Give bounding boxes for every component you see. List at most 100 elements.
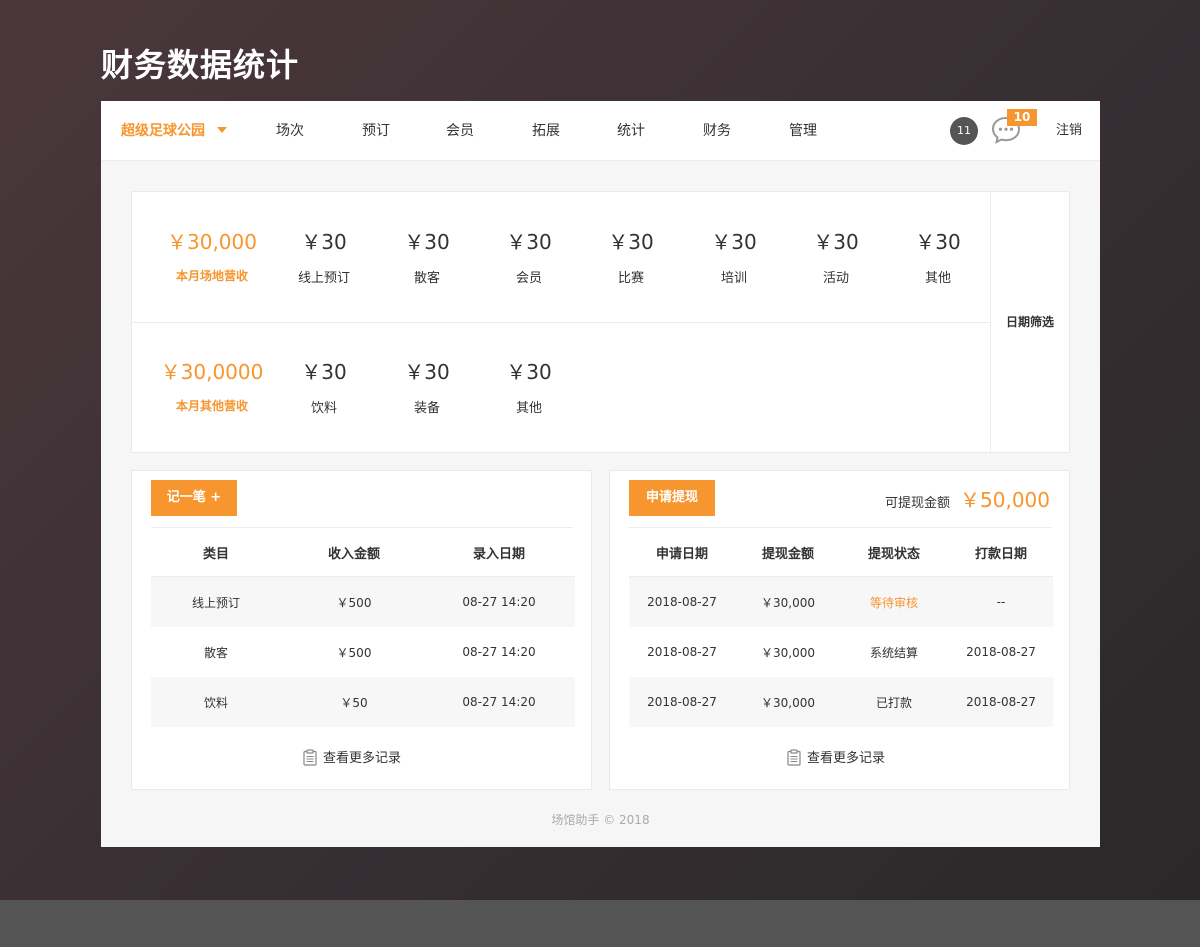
cell-payment-date: 2018-08-27 <box>966 645 1036 659</box>
column-header-category: 类目 <box>202 546 230 562</box>
stat-label: 活动 <box>822 271 849 286</box>
view-more-withdrawal-link[interactable]: 查看更多记录 <box>787 747 885 771</box>
cell-category: 散客 <box>203 645 229 660</box>
cell-status: 系统结算 <box>869 645 919 660</box>
cell-withdraw-amount: ￥30,000 <box>761 595 815 610</box>
stat-value: ￥30 <box>506 230 552 254</box>
stat-activity: ￥30 活动 <box>781 228 891 286</box>
column-header-withdraw-amount: 提现金额 <box>761 546 815 562</box>
cell-withdraw-amount: ￥30,000 <box>761 695 815 710</box>
top-navigation: 超级足球公园 场次 预订 会员 拓展 统计 财务 管理 11 10 注销 <box>101 101 1100 161</box>
notification-badge[interactable]: 11 <box>950 117 978 145</box>
stat-venue-total: ￥30,000 本月场地营收 <box>157 228 267 284</box>
table-header-row: 申请日期 提现金额 提现状态 打款日期 <box>629 528 1053 577</box>
stat-training: ￥30 培训 <box>679 228 789 286</box>
column-header-apply-date: 申请日期 <box>655 546 709 562</box>
stat-label: 培训 <box>720 271 747 286</box>
nav-item-members[interactable]: 会员 <box>446 101 474 161</box>
view-more-label: 查看更多记录 <box>322 751 402 766</box>
stat-value: ￥30,000 <box>167 230 257 254</box>
table-row: 饮料 ￥50 08-27 14:20 <box>151 677 575 727</box>
stat-label: 会员 <box>515 271 542 286</box>
table-header-row: 类目 收入金额 录入日期 <box>151 528 575 577</box>
caret-down-icon <box>217 127 227 133</box>
request-withdrawal-button[interactable]: 申请提现 <box>629 480 715 516</box>
available-balance-label: 可提现金额 <box>885 496 951 511</box>
table-row: 散客 ￥500 08-27 14:20 <box>151 627 575 677</box>
stat-value: ￥30 <box>506 360 552 384</box>
column-header-amount: 收入金额 <box>327 546 381 562</box>
cell-amount: ￥500 <box>336 645 372 660</box>
stat-label: 线上预订 <box>297 271 350 286</box>
add-record-button[interactable]: 记一笔 + <box>151 480 237 516</box>
nav-item-finance[interactable]: 财务 <box>703 101 731 161</box>
nav-item-management[interactable]: 管理 <box>789 101 817 161</box>
stat-label: 本月其他营收 <box>175 399 248 413</box>
bottom-band <box>0 900 1200 947</box>
table-row: 2018-08-27 ￥30,000 已打款 2018-08-27 <box>629 677 1053 727</box>
table-row: 2018-08-27 ￥30,000 系统结算 2018-08-27 <box>629 627 1053 677</box>
view-more-income-link[interactable]: 查看更多记录 <box>303 747 401 771</box>
nav-item-sessions[interactable]: 场次 <box>276 101 304 161</box>
stat-value: ￥30 <box>301 360 347 384</box>
stat-value: ￥30 <box>711 230 757 254</box>
stats-row-divider <box>132 322 990 323</box>
column-header-date: 录入日期 <box>472 546 526 562</box>
income-records-panel: 记一笔 + 类目 收入金额 录入日期 线上预订 ￥500 08-27 14:20… <box>131 470 592 790</box>
revenue-stats-card: ￥30,000 本月场地营收 ￥30 线上预订 ￥30 散客 ￥30 会员 ￥3… <box>131 191 1070 453</box>
logout-link[interactable]: 注销 <box>1056 101 1082 161</box>
stat-member: ￥30 会员 <box>474 228 584 286</box>
footer-copyright: 场馆助手 © 2018 <box>551 813 650 827</box>
cell-withdraw-amount: ￥30,000 <box>761 645 815 660</box>
cell-amount: ￥500 <box>336 595 372 610</box>
stat-value: ￥30 <box>915 230 961 254</box>
column-header-payment-date: 打款日期 <box>974 546 1028 562</box>
stat-label: 装备 <box>413 401 440 416</box>
cell-status: 已打款 <box>875 695 913 710</box>
cell-amount: ￥50 <box>340 695 368 710</box>
stat-value: ￥30,0000 <box>160 360 264 384</box>
cell-payment-date: -- <box>996 595 1006 609</box>
cell-apply-date: 2018-08-27 <box>647 695 717 709</box>
stat-label: 其他 <box>924 271 951 286</box>
cell-status: 等待审核 <box>869 595 919 610</box>
stat-value: ￥30 <box>813 230 859 254</box>
nav-item-expansion[interactable]: 拓展 <box>532 101 560 161</box>
nav-item-booking[interactable]: 预订 <box>362 101 390 161</box>
stat-value: ￥30 <box>404 230 450 254</box>
venue-name: 超级足球公园 <box>121 123 205 139</box>
clipboard-icon <box>303 749 317 766</box>
stat-label: 散客 <box>413 271 440 286</box>
table-row: 2018-08-27 ￥30,000 等待审核 -- <box>629 577 1053 627</box>
page-heading: 财务数据统计 <box>101 46 300 84</box>
stat-label: 饮料 <box>310 401 337 416</box>
income-table: 类目 收入金额 录入日期 线上预订 ￥500 08-27 14:20 散客 ￥5… <box>151 528 575 727</box>
stat-equipment: ￥30 装备 <box>372 358 482 416</box>
nav-item-statistics[interactable]: 统计 <box>617 101 645 161</box>
stat-walk-in: ￥30 散客 <box>372 228 482 286</box>
column-header-status: 提现状态 <box>867 546 921 562</box>
stat-label: 其他 <box>515 401 542 416</box>
cell-apply-date: 2018-08-27 <box>647 645 717 659</box>
stat-venue-other: ￥30 其他 <box>883 228 993 286</box>
available-balance: 可提现金额 ￥50,000 <box>885 485 1050 515</box>
stat-other-misc: ￥30 其他 <box>474 358 584 416</box>
stat-drinks: ￥30 饮料 <box>269 358 379 416</box>
withdrawal-panel: 申请提现 可提现金额 ￥50,000 申请日期 提现金额 提现状态 打款日期 20… <box>609 470 1070 790</box>
table-row: 线上预订 ￥500 08-27 14:20 <box>151 577 575 627</box>
stat-value: ￥30 <box>404 360 450 384</box>
venue-selector[interactable]: 超级足球公园 <box>121 101 227 161</box>
available-balance-value: ￥50,000 <box>960 488 1050 512</box>
stat-value: ￥30 <box>301 230 347 254</box>
date-filter-button[interactable]: 日期筛选 <box>991 192 1069 452</box>
cell-date: 08-27 14:20 <box>462 695 536 709</box>
stat-label: 本月场地营收 <box>175 269 248 283</box>
stat-match: ￥30 比赛 <box>576 228 686 286</box>
withdrawal-table: 申请日期 提现金额 提现状态 打款日期 2018-08-27 ￥30,000 等… <box>629 528 1053 727</box>
message-count-badge: 10 <box>1007 109 1037 126</box>
stat-value: ￥30 <box>608 230 654 254</box>
cell-category: 线上预订 <box>191 595 241 610</box>
stat-label: 比赛 <box>617 271 644 286</box>
stat-online-booking: ￥30 线上预订 <box>269 228 379 286</box>
stat-other-total: ￥30,0000 本月其他营收 <box>157 358 267 414</box>
